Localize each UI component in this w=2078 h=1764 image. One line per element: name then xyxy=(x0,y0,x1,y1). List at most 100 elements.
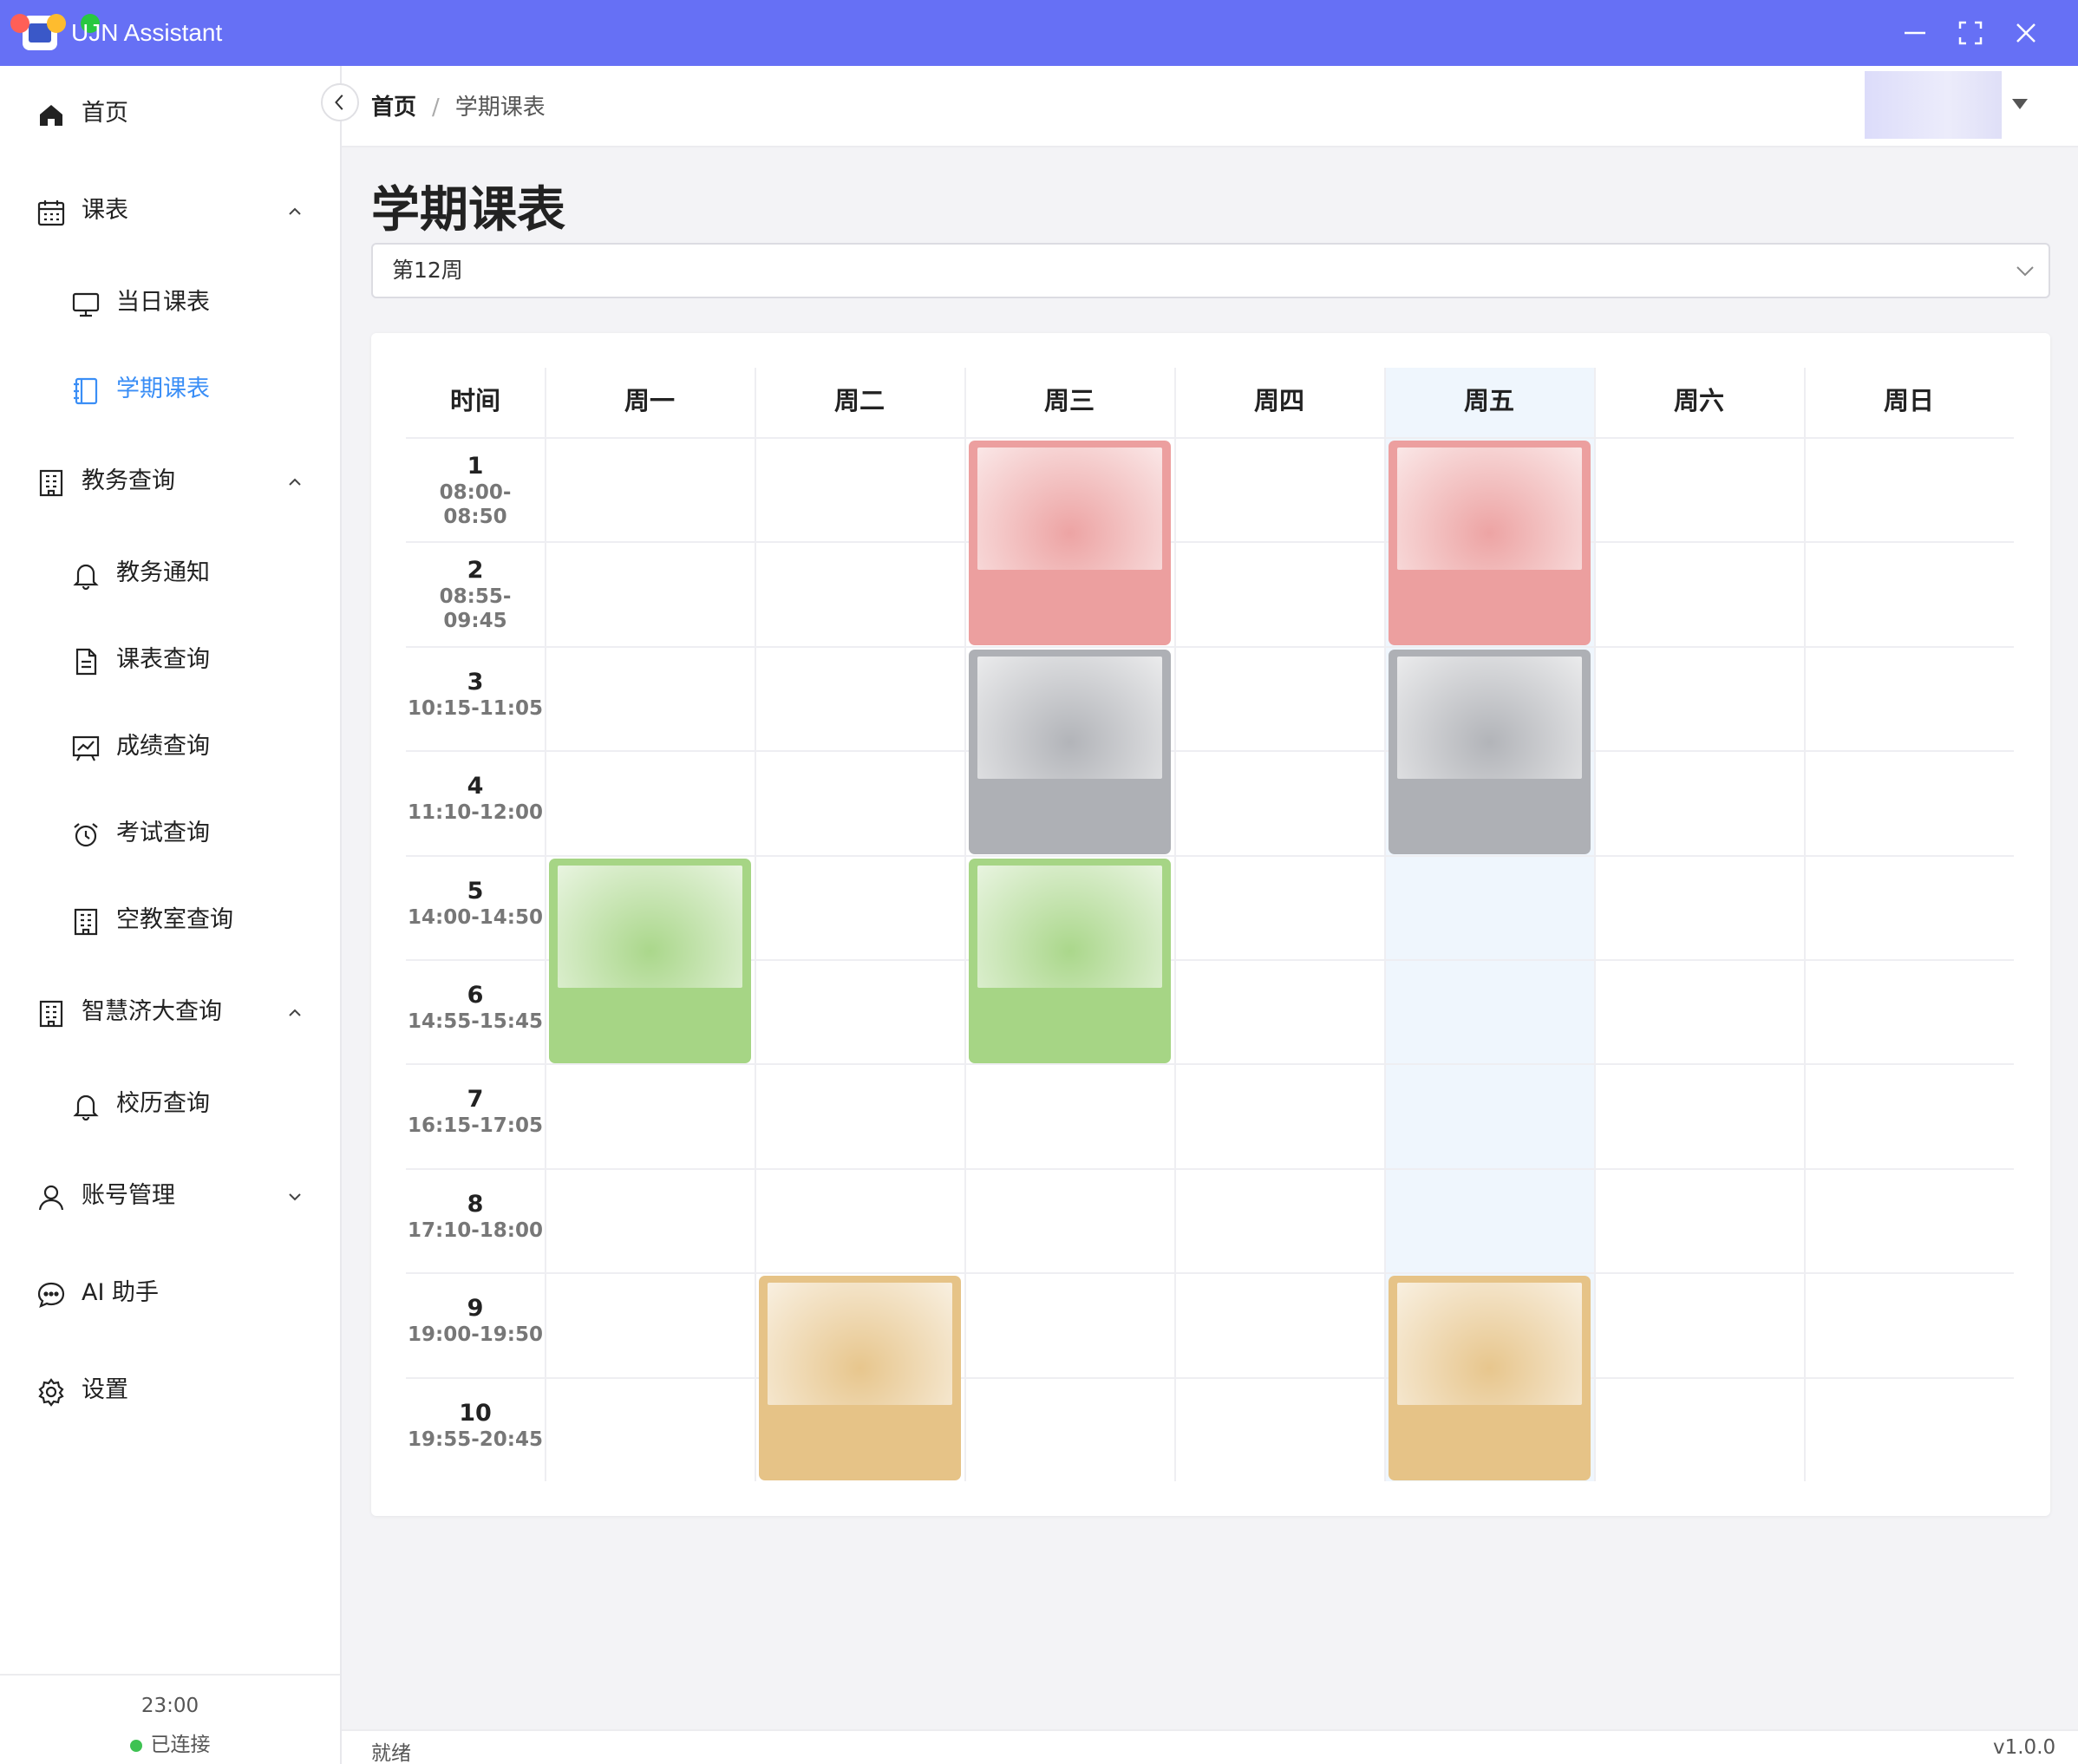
title-bar: UJN Assistant xyxy=(0,0,2078,66)
sidebar-item-label: 学期课表 xyxy=(116,376,210,402)
period-time: 08:00- xyxy=(439,481,512,504)
period-time: 11:10-12:00 xyxy=(408,801,543,824)
course-block[interactable] xyxy=(549,859,751,1063)
grid-col-line xyxy=(1594,368,1596,1481)
sidebar-item-daily-schedule[interactable]: 当日课表 xyxy=(0,272,340,333)
close-traffic-light[interactable] xyxy=(10,14,29,33)
building-icon xyxy=(39,1000,63,1028)
clock-time: 23:00 xyxy=(140,1695,199,1717)
sidebar-item-empty-classroom[interactable]: 空教室查询 xyxy=(0,890,340,951)
period-time: 08:55- xyxy=(439,585,512,608)
period-label: 6 14:55-15:45 xyxy=(406,982,545,1034)
day-header: 周三 xyxy=(1043,386,1095,415)
course-block[interactable] xyxy=(759,1276,961,1480)
building-icon xyxy=(74,908,98,936)
period-label: 8 17:10-18:00 xyxy=(406,1191,545,1243)
course-block[interactable] xyxy=(1389,650,1591,854)
connection-status: 已连接 xyxy=(0,1728,340,1757)
fullscreen-icon[interactable] xyxy=(1953,16,1988,50)
notebook-icon xyxy=(74,377,98,405)
course-block[interactable] xyxy=(969,859,1171,1063)
monitor-icon xyxy=(72,292,100,317)
period-label: 2 08:55- 09:45 xyxy=(406,557,545,633)
status-dot-icon xyxy=(129,1739,142,1752)
grid-row-line xyxy=(406,1377,2014,1379)
sidebar-item-label: 设置 xyxy=(82,1376,128,1403)
sidebar-item-settings[interactable]: 设置 xyxy=(0,1360,340,1421)
period-number: 9 xyxy=(467,1295,484,1322)
course-details-blurred xyxy=(1397,657,1582,779)
app-title: UJN Assistant xyxy=(71,19,223,46)
period-label: 7 16:15-17:05 xyxy=(406,1086,545,1138)
week-select-value: 第12周 xyxy=(392,258,463,283)
period-number: 3 xyxy=(467,669,484,696)
day-header: 周二 xyxy=(833,386,885,415)
page-title: 学期课表 xyxy=(371,182,565,238)
course-details-blurred xyxy=(768,1283,952,1405)
chevron-up-icon xyxy=(289,207,301,215)
timetable-card: 时间 周一 周二 周三 周四 周五 周六 周日 1 08:00- 08:50 2 08:55- 09:45… xyxy=(371,333,2050,1516)
grid-row-line xyxy=(406,1063,2014,1065)
sidebar-item-label: 教务查询 xyxy=(82,467,175,494)
course-block[interactable] xyxy=(1389,441,1591,645)
calendar-icon xyxy=(37,200,65,226)
chevron-up-icon xyxy=(289,1009,301,1016)
period-time: 19:55-20:45 xyxy=(408,1428,543,1451)
course-block[interactable] xyxy=(969,441,1171,645)
sidebar-item-smart-ujn[interactable]: 智慧济大查询 xyxy=(0,982,340,1042)
sidebar-item-home[interactable]: 首页 xyxy=(0,83,340,144)
sidebar-item-ai-assistant[interactable]: AI 助手 xyxy=(0,1263,340,1323)
course-block[interactable] xyxy=(969,650,1171,854)
grid-col-line xyxy=(545,368,546,1481)
period-label: 9 19:00-19:50 xyxy=(406,1295,545,1347)
bell-icon xyxy=(73,564,99,590)
version-label: v1.0.0 xyxy=(1993,1736,2056,1759)
period-label: 4 11:10-12:00 xyxy=(406,773,545,825)
sidebar-item-schedule-query[interactable]: 课表查询 xyxy=(0,630,340,690)
period-number: 6 xyxy=(467,982,484,1009)
day-header: 周日 xyxy=(1883,386,1934,415)
gear-icon xyxy=(38,1378,64,1407)
sidebar-item-school-calendar[interactable]: 校历查询 xyxy=(0,1074,340,1134)
grid-row-line xyxy=(406,646,2014,648)
period-label: 5 14:00-14:50 xyxy=(406,878,545,930)
status-bar: 就绪 v1.0.0 xyxy=(342,1729,2078,1764)
week-select[interactable]: 第12周 xyxy=(371,243,2050,298)
period-label: 1 08:00- 08:50 xyxy=(406,453,545,529)
day-header: 周一 xyxy=(624,386,675,415)
breadcrumb-home[interactable]: 首页 xyxy=(371,95,416,121)
sidebar-item-account[interactable]: 账号管理 xyxy=(0,1166,340,1226)
grid-col-line xyxy=(755,368,756,1481)
period-time: 09:45 xyxy=(443,610,507,632)
bell-icon xyxy=(73,1094,99,1120)
sidebar-item-grade-query[interactable]: 成绩查询 xyxy=(0,716,340,777)
sidebar-item-exam-query[interactable]: 考试查询 xyxy=(0,803,340,864)
course-block[interactable] xyxy=(1389,1276,1591,1480)
sidebar-item-label: 首页 xyxy=(82,100,128,127)
user-icon xyxy=(38,1185,64,1211)
alarm-clock-icon xyxy=(74,823,98,847)
period-number: 8 xyxy=(467,1191,484,1218)
period-label: 10 19:55-20:45 xyxy=(406,1400,545,1452)
sidebar-item-semester-schedule[interactable]: 学期课表 xyxy=(0,359,340,420)
collapse-sidebar-button[interactable] xyxy=(321,83,359,121)
building-icon xyxy=(39,469,63,497)
period-number: 7 xyxy=(467,1086,484,1113)
connection-status-label: 已连接 xyxy=(150,1734,211,1756)
sidebar: 首页 课表 当日课表 学期课表 教务查询 教务通知 课表查询 成绩查询 考试查询… xyxy=(0,66,342,1764)
period-label: 3 10:15-11:05 xyxy=(406,669,545,721)
grid-col-line xyxy=(964,368,966,1481)
breadcrumb-current: 学期课表 xyxy=(454,95,546,121)
sidebar-item-label: 课表 xyxy=(82,197,128,224)
close-icon[interactable] xyxy=(2009,16,2043,50)
minimize-traffic-light[interactable] xyxy=(47,14,66,33)
sidebar-footer: 23:00 已连接 xyxy=(0,1674,340,1764)
grid-row-line xyxy=(406,541,2014,543)
period-time: 16:15-17:05 xyxy=(408,1114,543,1137)
sidebar-item-academic-query[interactable]: 教务查询 xyxy=(0,451,340,512)
caret-down-icon[interactable] xyxy=(2012,99,2028,109)
minimize-icon[interactable] xyxy=(1898,16,1932,50)
sidebar-item-academic-notice[interactable]: 教务通知 xyxy=(0,543,340,604)
sidebar-item-schedule[interactable]: 课表 xyxy=(0,180,340,241)
avatar[interactable] xyxy=(1865,71,2002,139)
